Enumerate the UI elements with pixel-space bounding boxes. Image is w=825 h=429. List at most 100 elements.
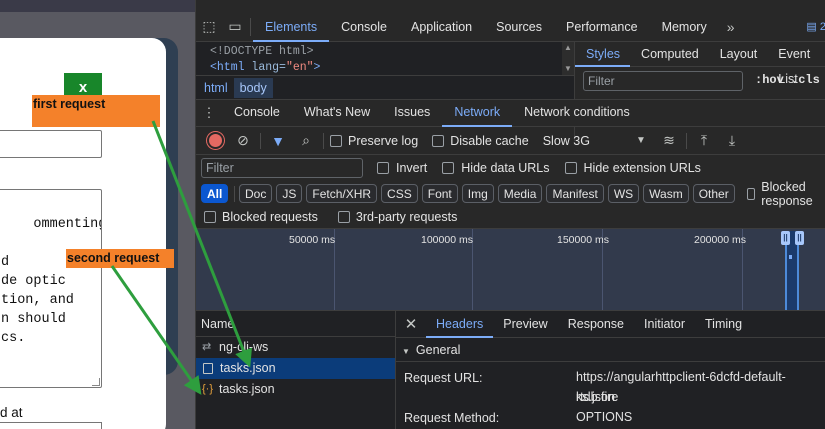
tab-sources[interactable]: Sources xyxy=(484,12,554,42)
tab-headers[interactable]: Headers xyxy=(426,311,494,338)
scroll-down-icon[interactable]: ▼ xyxy=(564,64,572,73)
timeline-tick: 50000 ms xyxy=(289,234,336,246)
inspect-element-icon[interactable]: ⬚ xyxy=(196,18,222,35)
type-filter-other[interactable]: Other xyxy=(692,184,735,203)
type-filter-font[interactable]: Font xyxy=(421,184,458,203)
disable-cache-checkbox[interactable] xyxy=(432,134,445,147)
tab-layout[interactable]: Layout xyxy=(709,42,768,67)
timeline-left-handle[interactable]: || xyxy=(781,231,790,245)
timeline-right-handle[interactable]: || xyxy=(795,231,804,245)
styles-tabbar: Styles Computed Layout Event List xyxy=(575,42,825,86)
tab-console[interactable]: Console xyxy=(329,12,399,42)
search-icon[interactable]: ⌕ xyxy=(295,131,317,151)
close-icon[interactable]: ✕ xyxy=(396,315,426,333)
record-button[interactable] xyxy=(204,131,226,151)
third-party-label: 3rd-party requests xyxy=(355,210,458,224)
throttle-select[interactable]: Slow 3G xyxy=(543,134,590,148)
clear-icon[interactable]: ⊘ xyxy=(232,131,254,151)
type-filter-doc[interactable]: Doc xyxy=(239,184,273,203)
name-column-header[interactable]: Name xyxy=(196,310,395,337)
request-row[interactable]: ⇄ ng-cli-ws xyxy=(196,337,395,358)
html-line[interactable]: <html lang="en"> xyxy=(210,60,320,76)
more-tabs-icon[interactable]: » xyxy=(719,19,743,35)
tab-event-listeners[interactable]: Event List xyxy=(767,42,825,86)
general-section-title: General xyxy=(415,343,461,357)
type-filter-manifest[interactable]: Manifest xyxy=(546,184,604,203)
tab-timing[interactable]: Timing xyxy=(695,311,752,338)
scroll-up-icon[interactable]: ▲ xyxy=(564,43,572,52)
general-section-header[interactable]: ▼ General xyxy=(396,338,825,362)
tab-memory[interactable]: Memory xyxy=(650,12,719,42)
tab-elements[interactable]: Elements xyxy=(253,12,330,42)
type-filter-js[interactable]: JS xyxy=(276,184,303,203)
import-har-icon[interactable]: ⤒ xyxy=(693,131,715,151)
drawer-tab-whats-new[interactable]: What's New xyxy=(292,99,382,127)
blocked-requests-checkbox[interactable] xyxy=(204,211,216,223)
type-filter-fetch-xhr[interactable]: Fetch/XHR xyxy=(306,184,378,203)
timeline-tick: 150000 ms xyxy=(557,234,609,246)
doctype-line[interactable]: <!DOCTYPE html> xyxy=(210,44,320,60)
hov-toggle[interactable]: :hov xyxy=(755,73,784,87)
drawer-tabbar: ⋮ Console What's New Issues Network Netw… xyxy=(196,99,825,127)
type-filter-all[interactable]: All xyxy=(201,184,229,203)
drawer-tab-console[interactable]: Console xyxy=(222,99,292,127)
drawer-tab-network[interactable]: Network xyxy=(442,99,513,127)
preserve-log-checkbox[interactable] xyxy=(330,134,342,147)
export-har-icon[interactable]: ⤓ xyxy=(721,131,743,151)
title-input[interactable] xyxy=(0,130,102,158)
blocked-response-checkbox[interactable] xyxy=(746,187,756,200)
hide-data-urls-checkbox[interactable] xyxy=(442,161,455,174)
drawer-menu-icon[interactable]: ⋮ xyxy=(196,105,222,121)
resize-handle[interactable] xyxy=(92,378,100,386)
tab-application[interactable]: Application xyxy=(399,12,484,42)
network-toolbar: ⊘ ▼ ⌕ Preserve log Disable cache Slow 3G… xyxy=(196,127,825,155)
app-viewport: x ommenting d de optic tion, and n shoul… xyxy=(0,0,195,429)
type-filter-img[interactable]: Img xyxy=(461,184,494,203)
hide-data-urls-label: Hide data URLs xyxy=(461,160,550,175)
annotation-second-request: second request xyxy=(66,249,174,268)
styles-filter-input[interactable]: Filter xyxy=(583,71,743,91)
drawer-tab-network-conditions[interactable]: Network conditions xyxy=(512,99,642,127)
cls-toggle[interactable]: .cls xyxy=(791,73,820,87)
record-icon xyxy=(208,134,222,147)
breadcrumb-body[interactable]: body xyxy=(233,77,273,98)
tab-response[interactable]: Response xyxy=(558,311,634,338)
hide-extension-urls-checkbox[interactable] xyxy=(564,161,577,174)
tab-computed[interactable]: Computed xyxy=(630,42,709,67)
dom-scrollbar[interactable]: ▲ ▼ xyxy=(562,42,574,75)
type-filter-media[interactable]: Media xyxy=(497,184,543,203)
breadcrumb-html[interactable]: html xyxy=(198,78,234,98)
device-toolbar-icon[interactable]: ▭ xyxy=(222,18,248,35)
dom-code: <!DOCTYPE html> <html lang="en"> xyxy=(210,44,320,76)
tab-styles[interactable]: Styles xyxy=(575,42,631,67)
network-timeline-overview[interactable]: 50000 ms 100000 ms 150000 ms 200000 ms |… xyxy=(196,228,825,311)
description-textarea[interactable]: ommenting d de optic tion, and n should … xyxy=(0,189,102,388)
styles-pane: Styles Computed Layout Event List Filter… xyxy=(575,42,825,99)
html-attr: lang= xyxy=(251,61,286,74)
request-detail-pane: ✕ Headers Preview Response Initiator Tim… xyxy=(396,310,825,429)
type-filter-ws[interactable]: WS xyxy=(607,184,640,203)
date-input[interactable] xyxy=(0,422,102,429)
fetch-icon: {·} xyxy=(202,383,214,395)
request-row[interactable]: {·} tasks.json xyxy=(196,379,395,400)
tab-preview[interactable]: Preview xyxy=(493,311,557,338)
chevron-down-icon[interactable]: ▼ xyxy=(630,131,652,151)
filter-icon[interactable]: ▼ xyxy=(267,131,289,151)
disable-cache-label: Disable cache xyxy=(450,133,529,148)
blocked-response-label: Blocked response xyxy=(761,179,813,208)
request-row[interactable]: tasks.json xyxy=(196,358,395,379)
type-filter-css[interactable]: CSS xyxy=(381,184,418,203)
tab-initiator[interactable]: Initiator xyxy=(634,311,695,338)
request-method-label: Request Method: xyxy=(404,411,500,425)
type-filter-wasm[interactable]: Wasm xyxy=(643,184,689,203)
drawer-tab-issues[interactable]: Issues xyxy=(382,99,442,127)
timeline-tick: 100000 ms xyxy=(421,234,473,246)
network-filter-input[interactable]: Filter xyxy=(201,157,363,178)
third-party-checkbox[interactable] xyxy=(337,211,350,223)
invert-checkbox[interactable] xyxy=(377,161,389,174)
tab-performance[interactable]: Performance xyxy=(554,12,650,42)
network-conditions-icon[interactable]: ≋ xyxy=(658,131,680,151)
browser-strip xyxy=(0,0,195,12)
issues-badge[interactable]: ▤ 2 xyxy=(806,20,825,33)
blocked-requests-label: Blocked requests xyxy=(222,210,318,224)
